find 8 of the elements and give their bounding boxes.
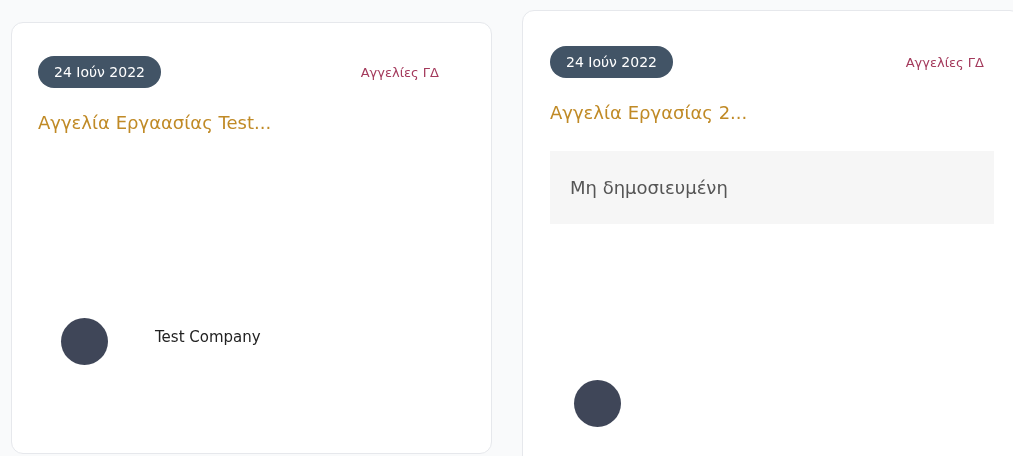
category-link[interactable]: Αγγελίες ΓΔ	[905, 54, 984, 70]
date-badge: 24 Ιούν 2022	[38, 56, 161, 88]
company-avatar	[61, 318, 108, 365]
company-avatar	[574, 380, 621, 427]
category-link[interactable]: Αγγελίες ΓΔ	[360, 64, 439, 80]
company-name: Test Company	[155, 327, 261, 346]
status-label: Μη δημοσιευμένη	[550, 151, 994, 224]
date-badge: 24 Ιούν 2022	[550, 46, 673, 78]
